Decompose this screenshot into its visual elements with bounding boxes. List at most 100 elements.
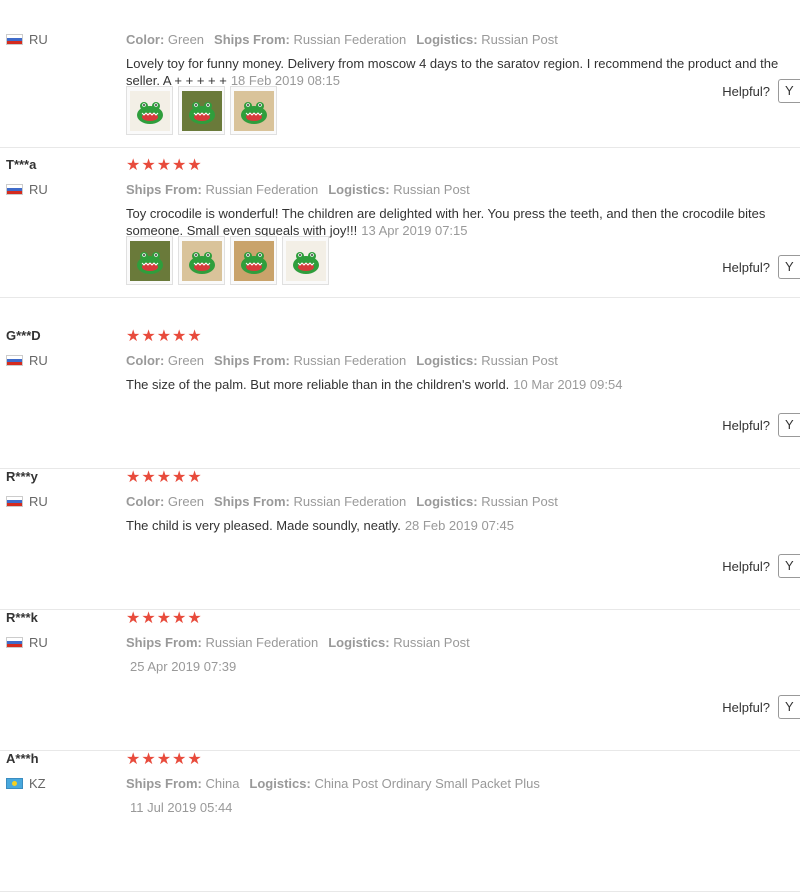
rating-stars-icon: ★★★★★	[126, 157, 203, 174]
attribute-pair: Color: Green	[126, 353, 204, 368]
review-date: 28 Feb 2019 07:45	[404, 518, 514, 533]
attribute-label: Color:	[126, 494, 165, 509]
review-item: R***y RU ★★★★★ Color: Green Ships From: Russ…	[0, 469, 800, 610]
attribute-value: Green	[164, 353, 205, 368]
attribute-pair: Ships From: Russian Federation	[214, 494, 406, 509]
review-date: 10 Mar 2019 09:54	[513, 377, 623, 392]
country-code: RU	[29, 353, 48, 368]
review-photos	[126, 236, 329, 285]
crocodile-photo	[181, 90, 222, 131]
review-date: 13 Apr 2019 07:15	[361, 223, 468, 238]
review-photos	[126, 86, 277, 135]
attribute-label: Ships From:	[214, 32, 290, 47]
attribute-value: Russian Post	[477, 494, 558, 509]
attribute-value: Green	[164, 494, 205, 509]
review-photo-thumbnail[interactable]	[178, 236, 225, 285]
attribute-pair: Ships From: Russian Federation	[214, 353, 406, 368]
order-attributes: Color: Green Ships From: Russian Federati…	[126, 353, 568, 368]
attribute-pair: Logistics: Russian Post	[416, 494, 558, 509]
helpful-yes-button[interactable]: Y	[778, 255, 800, 279]
crocodile-photo	[129, 240, 170, 281]
attribute-pair: Logistics: Russian Post	[416, 353, 558, 368]
attribute-value: Russian Post	[389, 182, 470, 197]
crocodile-photo	[233, 240, 274, 281]
review-text: Lovely toy for funny money. Delivery fro…	[126, 55, 796, 89]
attribute-label: Ships From:	[126, 776, 202, 791]
helpful-yes-button[interactable]: Y	[778, 695, 800, 719]
attribute-pair: Color: Green	[126, 494, 204, 509]
country-code: RU	[29, 182, 48, 197]
review-date: 11 Jul 2019 05:44	[130, 800, 233, 815]
country-code: RU	[29, 494, 48, 509]
review-text: 25 Apr 2019 07:39	[126, 658, 800, 675]
review-photo-thumbnail[interactable]	[230, 236, 277, 285]
attribute-pair: Logistics: Russian Post	[328, 635, 470, 650]
crocodile-photo	[285, 240, 326, 281]
reviewer-name: R***y	[6, 469, 38, 484]
review-text: The child is very pleased. Made soundly,…	[126, 517, 796, 534]
attribute-value: Russian Federation	[289, 32, 407, 47]
review-item: A***h KZ ★★★★★ Ships From: China Logistics: …	[0, 751, 800, 892]
attribute-label: Ships From:	[214, 494, 290, 509]
review-text: 11 Jul 2019 05:44	[126, 799, 800, 816]
attribute-label: Logistics:	[249, 776, 311, 791]
attribute-value: Russian Federation	[201, 635, 319, 650]
review-photo-thumbnail[interactable]	[230, 86, 277, 135]
reviewer-country: RU	[6, 635, 48, 650]
attribute-value: China Post Ordinary Small Packet Plus	[310, 776, 540, 791]
reviewer-country: KZ	[6, 776, 46, 791]
attribute-pair: Logistics: Russian Post	[328, 182, 470, 197]
order-attributes: Ships From: Russian Federation Logistics:…	[126, 635, 480, 650]
attribute-label: Ships From:	[214, 353, 290, 368]
review-photo-thumbnail[interactable]	[126, 86, 173, 135]
country-code: KZ	[29, 776, 46, 791]
country-flag-icon	[6, 184, 23, 195]
review-item: RU Color: Green Ships From: Russian Federa…	[0, 7, 800, 148]
attribute-value: Russian Post	[477, 353, 558, 368]
attribute-label: Logistics:	[416, 494, 478, 509]
helpful-yes-button[interactable]: Y	[778, 413, 800, 437]
crocodile-photo	[233, 90, 274, 131]
crocodile-photo	[129, 90, 170, 131]
attribute-pair: Logistics: China Post Ordinary Small Pac…	[249, 776, 539, 791]
rating-stars-icon: ★★★★★	[126, 469, 203, 486]
order-attributes: Color: Green Ships From: Russian Federati…	[126, 494, 568, 509]
attribute-value: Green	[164, 32, 205, 47]
helpful-yes-button[interactable]: Y	[778, 79, 800, 103]
helpful-control: Helpful? Y	[722, 695, 800, 719]
country-flag-icon	[6, 778, 23, 789]
attribute-value: Russian Post	[477, 32, 558, 47]
helpful-yes-button[interactable]: Y	[778, 554, 800, 578]
attribute-pair: Color: Green	[126, 32, 204, 47]
attribute-label: Ships From:	[126, 182, 202, 197]
reviewer-country: RU	[6, 494, 48, 509]
attribute-pair: Ships From: Russian Federation	[214, 32, 406, 47]
helpful-label: Helpful?	[722, 558, 770, 574]
review-date: 25 Apr 2019 07:39	[130, 659, 237, 674]
attribute-label: Ships From:	[126, 635, 202, 650]
country-code: RU	[29, 635, 48, 650]
helpful-label: Helpful?	[722, 83, 770, 99]
helpful-control: Helpful? Y	[722, 79, 800, 103]
reviewer-name: R***k	[6, 610, 38, 625]
review-photo-thumbnail[interactable]	[178, 86, 225, 135]
attribute-label: Logistics:	[328, 182, 390, 197]
review-photo-thumbnail[interactable]	[282, 236, 329, 285]
reviewer-name: G***D	[6, 328, 41, 343]
attribute-value: Russian Federation	[289, 494, 407, 509]
review-item: R***k RU ★★★★★ Ships From: Russian Federati…	[0, 610, 800, 751]
review-body: The size of the palm. But more reliable …	[126, 377, 510, 392]
helpful-label: Helpful?	[722, 259, 770, 275]
review-item: G***D RU ★★★★★ Color: Green Ships From: Russ…	[0, 328, 800, 469]
attribute-pair: Ships From: Russian Federation	[126, 635, 318, 650]
rating-stars-icon: ★★★★★	[126, 610, 203, 627]
reviewer-country: RU	[6, 32, 48, 47]
review-text: Toy crocodile is wonderful! The children…	[126, 205, 796, 239]
helpful-label: Helpful?	[722, 699, 770, 715]
order-attributes: Color: Green Ships From: Russian Federati…	[126, 32, 568, 47]
rating-stars-icon: ★★★★★	[126, 751, 203, 768]
attribute-label: Logistics:	[328, 635, 390, 650]
review-photo-thumbnail[interactable]	[126, 236, 173, 285]
reviewer-country: RU	[6, 182, 48, 197]
country-flag-icon	[6, 355, 23, 366]
